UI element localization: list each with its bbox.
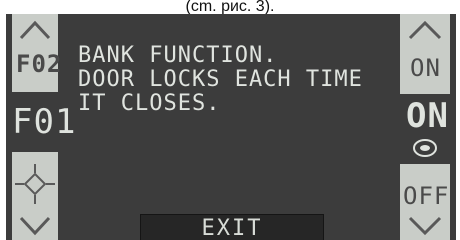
current-value-label: ON: [406, 96, 449, 136]
scroll-down-right-button[interactable]: [400, 210, 450, 240]
crosshair-diamond-icon: [15, 164, 55, 204]
function-description: BANK FUNCTION. DOOR LOCKS EACH TIME IT C…: [78, 43, 363, 116]
scroll-up-right-button[interactable]: [400, 14, 450, 44]
option-on-button[interactable]: ON: [400, 46, 450, 92]
chevron-up-icon: [408, 20, 442, 40]
chevron-down-icon: [408, 216, 442, 236]
current-value-display: ON: [394, 94, 456, 164]
scroll-up-left-button[interactable]: [12, 14, 58, 44]
exit-button[interactable]: EXIT: [140, 214, 324, 240]
next-function-code[interactable]: F02: [12, 46, 61, 86]
current-function-code: F01: [6, 92, 75, 152]
option-on-label: ON: [410, 54, 441, 82]
chevron-down-icon: [19, 216, 51, 236]
scroll-down-left-button[interactable]: [12, 210, 58, 240]
option-off-button[interactable]: OFF: [400, 172, 450, 212]
next-function-code-label: F02: [16, 50, 63, 78]
select-button-left[interactable]: [12, 162, 58, 210]
exit-button-label: EXIT: [201, 216, 263, 240]
chevron-up-icon: [19, 20, 51, 40]
lcd-screen: F02 F01 BANK FUNCTION. DOOR LOCKS EACH T…: [6, 14, 456, 240]
selected-indicator-icon: [413, 139, 437, 157]
current-function-code-label: F01: [12, 102, 77, 142]
option-off-label: OFF: [403, 182, 450, 210]
